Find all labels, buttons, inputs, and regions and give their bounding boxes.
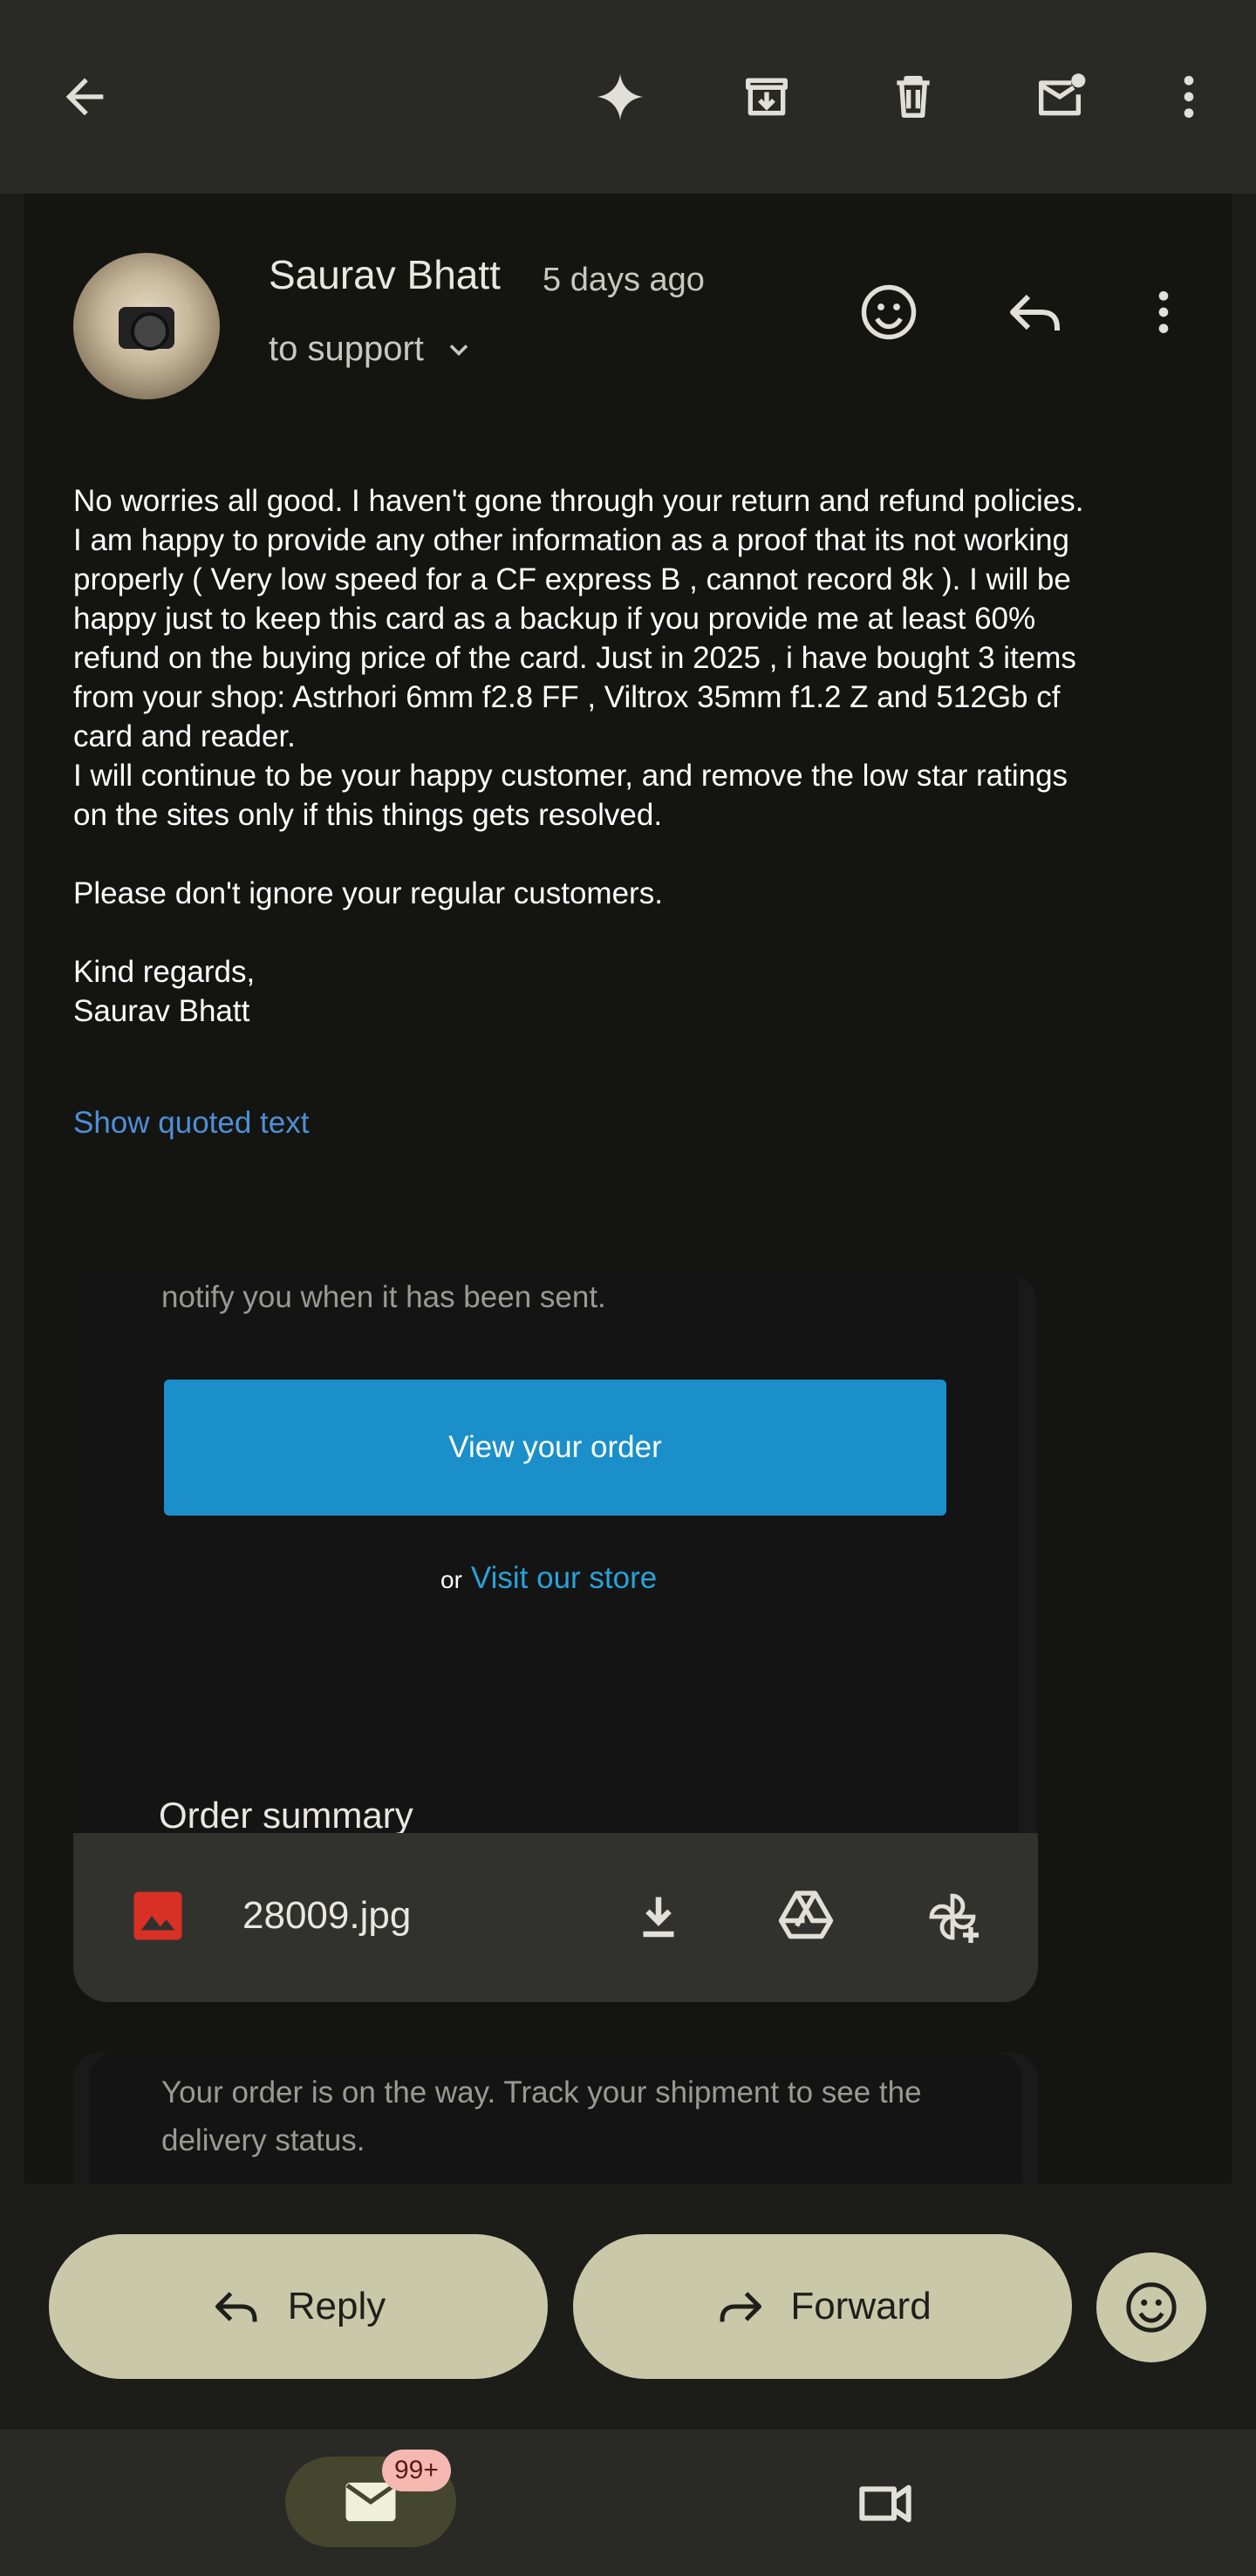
order-summary-heading: Order summary: [159, 1795, 413, 1836]
back-arrow-icon[interactable]: [45, 58, 124, 136]
drive-icon[interactable]: [771, 1882, 841, 1952]
add-reaction-icon: [1126, 2282, 1177, 2333]
forward-icon: [720, 2292, 762, 2322]
or-label: or: [440, 1566, 462, 1593]
add-reaction-icon[interactable]: [854, 277, 924, 347]
unread-count-badge: 99+: [382, 2450, 451, 2491]
attachment-filename[interactable]: 28009.jpg: [242, 1894, 411, 1938]
sender-name[interactable]: Saurav Bhatt: [269, 251, 501, 298]
delete-icon[interactable]: [874, 58, 952, 136]
reply-label: Reply: [287, 2285, 386, 2327]
top-app-bar: [0, 0, 1256, 194]
photos-add-icon[interactable]: [918, 1882, 987, 1952]
sent-time: 5 days ago: [543, 262, 705, 298]
bottom-navigation: [0, 2429, 1256, 2576]
notify-text: notify you when it has been sent.: [161, 1280, 606, 1314]
gemini-sparkle-icon[interactable]: [581, 58, 659, 136]
visit-store-line: or Visit our store: [440, 1561, 657, 1596]
image-file-icon: [133, 1891, 182, 1940]
reply-button[interactable]: Reply: [49, 2234, 548, 2379]
reply-icon: [215, 2292, 257, 2322]
avatar[interactable]: [73, 253, 220, 399]
quoted-email-card: [73, 1275, 1036, 1833]
more-vert-icon[interactable]: [1129, 277, 1198, 347]
meet-video-icon[interactable]: [846, 2464, 925, 2543]
shipment-text: Your order is on the way. Track your shi…: [161, 2075, 922, 2157]
view-order-button[interactable]: View your order: [164, 1380, 946, 1516]
reply-icon[interactable]: [1001, 277, 1071, 347]
archive-icon[interactable]: [727, 58, 806, 136]
mark-unread-icon[interactable]: [1020, 58, 1099, 136]
visit-store-link[interactable]: Visit our store: [471, 1561, 657, 1596]
attachment-bar[interactable]: [73, 1833, 1038, 2002]
forward-label: Forward: [790, 2285, 932, 2327]
recipient-label: to support: [269, 330, 424, 368]
download-icon[interactable]: [624, 1882, 693, 1952]
chevron-down-icon: [449, 344, 468, 356]
more-vert-icon[interactable]: [1150, 58, 1228, 136]
message-body: No worries all good. I haven't gone thro…: [73, 484, 1084, 1028]
forward-button[interactable]: Forward: [573, 2234, 1072, 2379]
recipient-details-toggle[interactable]: to support: [269, 330, 474, 369]
show-quoted-text-link[interactable]: Show quoted text: [73, 1106, 309, 1141]
reaction-button[interactable]: [1096, 2252, 1206, 2362]
